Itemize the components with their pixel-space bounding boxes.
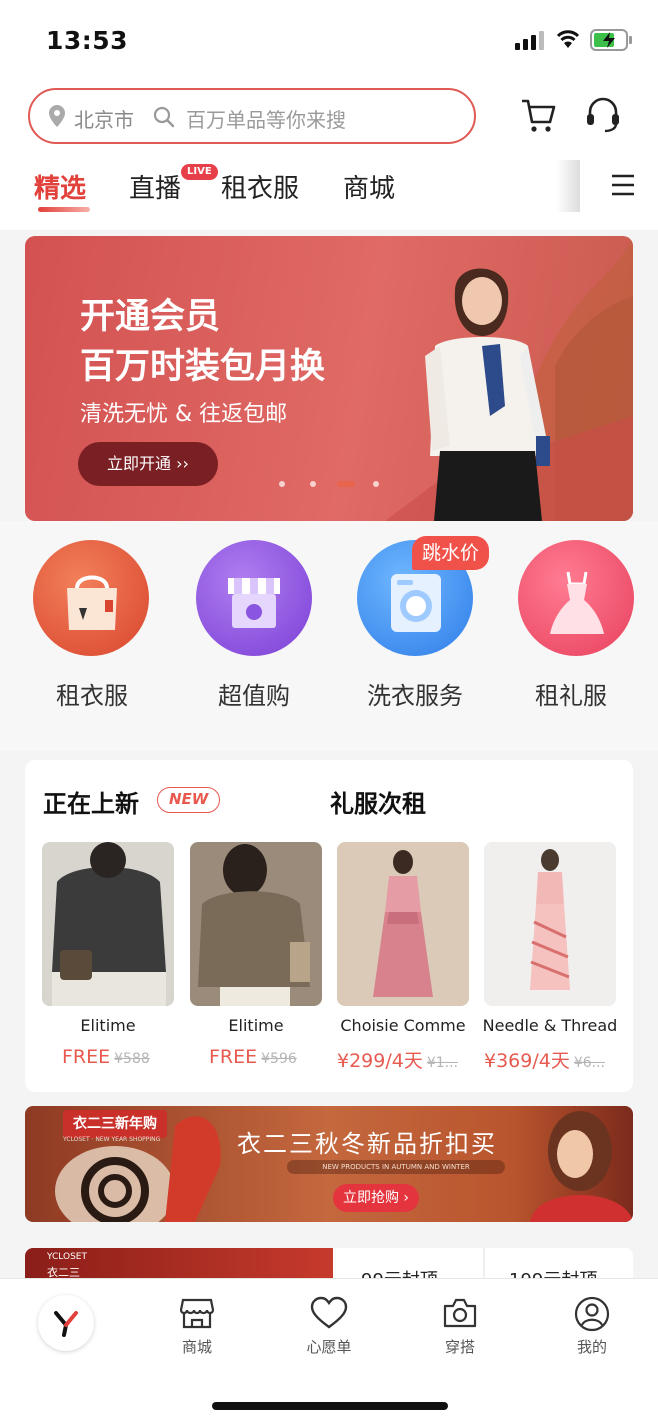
wifi-icon: [555, 28, 581, 50]
new-badge: NEW: [157, 787, 221, 813]
price-current: FREE: [62, 1046, 111, 1068]
tab-featured[interactable]: 精选: [34, 168, 86, 205]
category-label: 超值购: [218, 682, 290, 710]
signal-icon: [515, 30, 547, 50]
search-placeholder: 百万单品等你来搜: [186, 108, 346, 132]
tab-home-logo[interactable]: [38, 1295, 94, 1351]
promo-cta-button[interactable]: 立即抢购 ›: [333, 1184, 419, 1212]
home-indicator: [212, 1402, 448, 1410]
promo-tag: 衣二三新年购: [63, 1110, 167, 1138]
headset-icon[interactable]: [585, 96, 621, 134]
price-current: ¥299/4天: [337, 1050, 423, 1072]
price-current: ¥369/4天: [484, 1050, 570, 1072]
peek-brand: YCLOSET: [47, 1252, 87, 1262]
search-icon: [152, 105, 176, 129]
location-pin-icon: [48, 104, 66, 128]
banner-subtitle: 清洗无忧 & 往返包邮: [80, 402, 288, 427]
dress-icon: [550, 571, 604, 634]
product-name: Choisie Comme: [340, 1016, 466, 1035]
category-label: 租衣服: [56, 682, 128, 710]
tab-live[interactable]: 直播: [129, 168, 181, 205]
city-selector[interactable]: 北京市: [74, 104, 134, 133]
tab-label: 我的: [576, 1338, 607, 1356]
heart-icon: [310, 1296, 348, 1329]
pagination-dot: [310, 481, 316, 487]
promo-subtitle: NEW PRODUCTS IN AUTUMN AND WINTER: [287, 1160, 505, 1174]
section-title-new[interactable]: 正在上新: [43, 784, 139, 819]
price-original: ¥588: [114, 1051, 150, 1067]
store-icon: [179, 1298, 215, 1329]
promo-tag-sub: YCLOSET · NEW YEAR SHOPPING: [63, 1136, 161, 1143]
promo-banner[interactable]: 衣二三新年购 YCLOSET · NEW YEAR SHOPPING 衣二三秋冬…: [25, 1106, 633, 1222]
banner-title-line1: 开通会员: [80, 297, 221, 337]
pagination-dot: [373, 481, 379, 487]
live-badge: LIVE: [181, 164, 218, 180]
washing-machine-icon: [391, 574, 441, 632]
battery-icon: [590, 29, 634, 51]
category-value-buy[interactable]: [196, 540, 312, 656]
shop-icon: [228, 578, 280, 628]
promo-title: 衣二三秋冬新品折扣买: [237, 1130, 497, 1158]
logo-icon: [54, 1311, 78, 1337]
product-name: Needle & Thread: [482, 1016, 618, 1035]
product-name: Elitime: [228, 1016, 284, 1035]
price-original: ¥6...: [573, 1055, 606, 1071]
product-price: ¥369/4天 ¥6...: [484, 1046, 605, 1073]
product-image[interactable]: [190, 842, 322, 1006]
product-name: Elitime: [80, 1016, 136, 1035]
banner-model-image: [425, 268, 550, 521]
status-time: 13:53: [46, 26, 129, 55]
price-original: ¥596: [261, 1051, 297, 1067]
category-rent-clothes[interactable]: [33, 540, 149, 656]
laundry-price-tag: 跳水价: [412, 536, 490, 570]
product-image[interactable]: [42, 842, 174, 1006]
product-price: FREE ¥596: [209, 1046, 297, 1068]
product-image[interactable]: [337, 842, 469, 1006]
category-label: 租礼服: [535, 682, 607, 710]
product-price: ¥299/4天 ¥1...: [337, 1046, 458, 1073]
cart-icon[interactable]: [519, 96, 557, 134]
category-label: 洗衣服务: [367, 682, 463, 710]
tab-underline: [38, 207, 90, 212]
tab-label: 穿搭: [444, 1338, 475, 1356]
banner-cta-button[interactable]: 立即开通 ››: [78, 442, 218, 486]
section-title-gown-rental[interactable]: 礼服次租: [330, 784, 426, 819]
product-image[interactable]: [484, 842, 616, 1006]
product-price: FREE ¥588: [62, 1046, 150, 1068]
tab-mall[interactable]: 商城: [343, 168, 395, 205]
camera-icon: [443, 1298, 477, 1328]
hero-banner[interactable]: 开通会员 百万时装包月换 清洗无忧 & 往返包邮 立即开通 ››: [25, 236, 633, 521]
tab-rent-clothes[interactable]: 租衣服: [221, 168, 299, 205]
bag-icon: [67, 575, 117, 630]
price-current: FREE: [209, 1046, 258, 1068]
tab-label: 商城: [181, 1338, 212, 1356]
category-rent-dress[interactable]: [518, 540, 634, 656]
menu-icon[interactable]: [610, 172, 636, 198]
price-original: ¥1...: [426, 1055, 459, 1071]
pagination-dot-active: [337, 481, 355, 487]
user-icon: [574, 1296, 610, 1332]
tab-fade: [556, 160, 580, 212]
tab-label: 心愿单: [306, 1338, 352, 1356]
banner-title-line2: 百万时装包月换: [80, 347, 326, 387]
pagination-dot: [279, 481, 285, 487]
